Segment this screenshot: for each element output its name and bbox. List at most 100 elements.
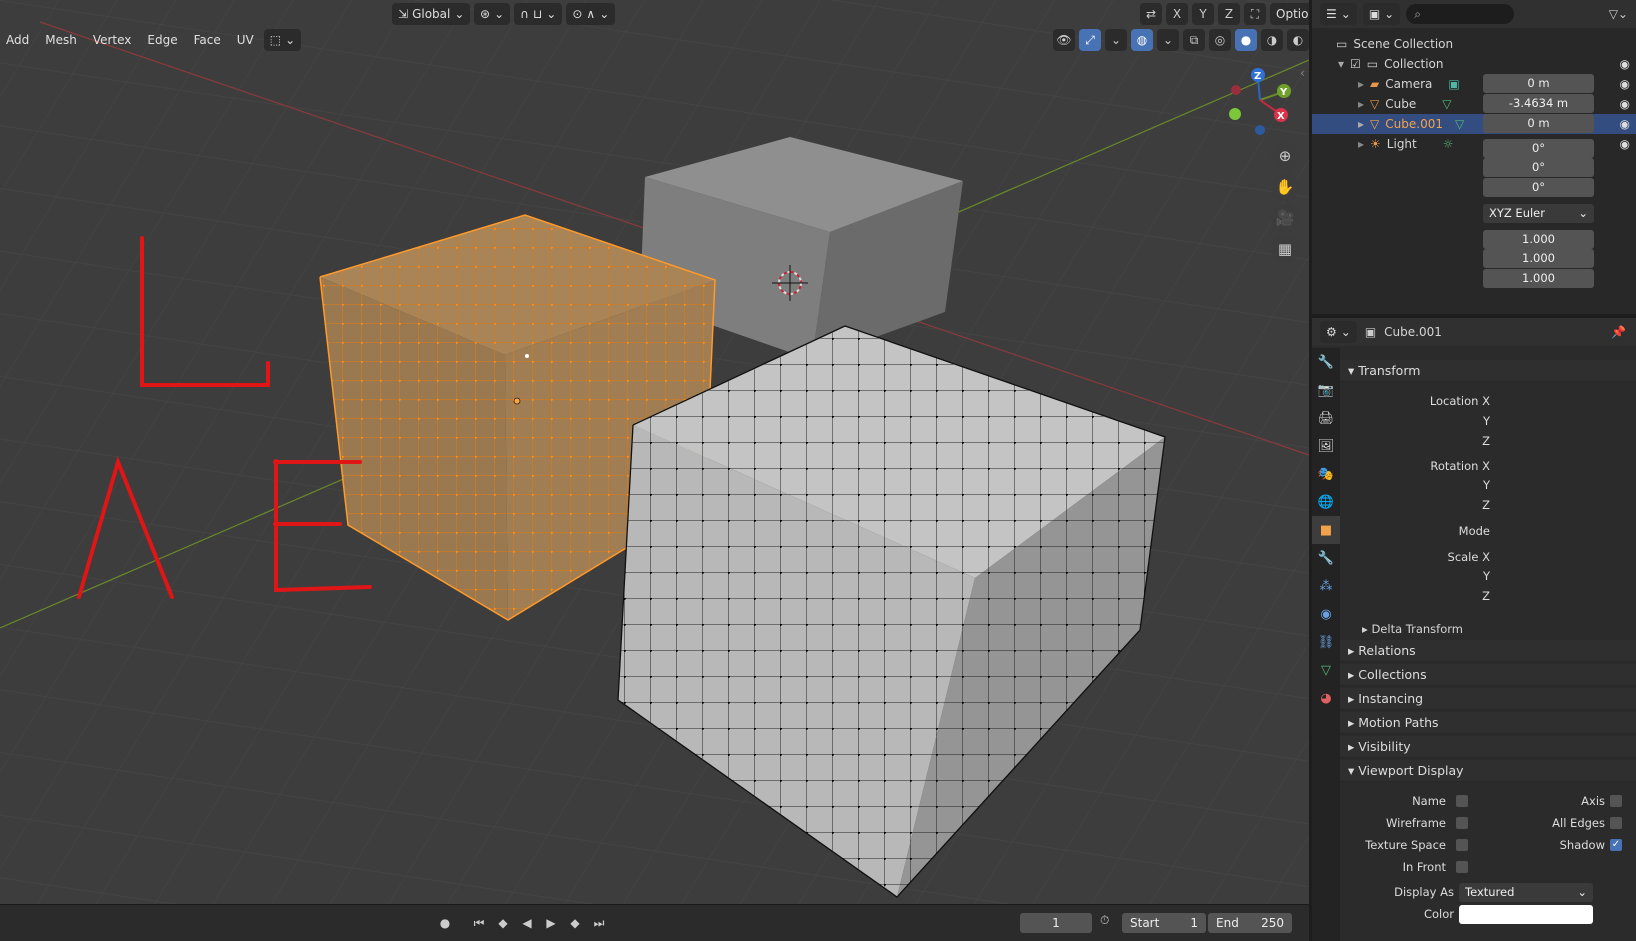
play-icon[interactable]: ▶ — [540, 912, 562, 934]
eye-icon[interactable]: ◉ — [1620, 97, 1630, 111]
checkbox-icon[interactable]: ☑ — [1350, 57, 1361, 71]
motion-paths-section-header[interactable]: ▸ Motion Paths — [1340, 712, 1636, 734]
editor-type-dropdown[interactable]: ⚙ ⌄ — [1320, 321, 1357, 343]
scale-z-field[interactable]: 1.000 — [1483, 269, 1594, 288]
menu-face[interactable]: Face — [188, 30, 227, 50]
vd-wireframe-checkbox[interactable] — [1456, 817, 1468, 829]
end-frame-field[interactable]: End 250 — [1208, 913, 1292, 933]
axis-x-toggle[interactable]: X — [1166, 3, 1188, 25]
prev-keyframe-icon[interactable]: ◆ — [492, 912, 514, 934]
tool-tab-icon[interactable]: 🔧 — [1312, 348, 1340, 376]
xray-toggle-icon[interactable]: ⧉ — [1183, 29, 1205, 51]
world-tab-icon[interactable]: 🌐 — [1312, 488, 1340, 516]
eye-icon[interactable]: ◉ — [1620, 77, 1630, 91]
pin-icon[interactable]: 📌 — [1611, 325, 1626, 339]
visibility-icon[interactable]: 👁 — [1053, 29, 1075, 51]
transform-section-header[interactable]: ▾ Transform — [1340, 360, 1636, 382]
select-mode-dropdown[interactable]: ⬚ ⌄ — [263, 29, 302, 51]
view-layer-tab-icon[interactable]: 🖼 — [1312, 432, 1340, 460]
perspective-grid-icon[interactable]: ▦ — [1271, 235, 1299, 263]
particles-tab-icon[interactable]: ⁂ — [1312, 572, 1340, 600]
viewport-display-section-header[interactable]: ▾ Viewport Display — [1340, 760, 1636, 782]
pan-hand-icon[interactable]: ✋ — [1271, 173, 1299, 201]
filter-icon[interactable]: ▽⌄ — [1609, 7, 1628, 21]
constraints-tab-icon[interactable]: ⛓ — [1312, 628, 1340, 656]
menu-edge[interactable]: Edge — [141, 30, 183, 50]
vd-display-as-dropdown[interactable]: Textured ⌄ — [1459, 883, 1593, 902]
auto-merge-icon[interactable]: ⛶ — [1244, 3, 1266, 25]
pivot-dropdown[interactable]: ⊛ ⌄ — [474, 3, 511, 25]
rotation-y-field[interactable]: 0° — [1483, 158, 1594, 177]
stopwatch-icon[interactable]: ⏱ — [1100, 913, 1109, 928]
scene-collection-row[interactable]: ▭ Scene Collection — [1312, 34, 1636, 54]
scale-x-field[interactable]: 1.000 — [1483, 230, 1594, 249]
play-reverse-icon[interactable]: ◀ — [516, 912, 538, 934]
menu-add[interactable]: Add — [0, 30, 35, 50]
transform-orientation-dropdown[interactable]: ⇲ Global ⌄ — [392, 3, 470, 25]
proportional-edit-dropdown[interactable]: ⊙ ∧ ⌄ — [566, 3, 616, 25]
rotation-x-field[interactable]: 0° — [1483, 139, 1594, 158]
eye-icon[interactable]: ◉ — [1620, 57, 1630, 71]
menu-vertex[interactable]: Vertex — [87, 30, 138, 50]
instancing-section-header[interactable]: ▸ Instancing — [1340, 688, 1636, 710]
vd-axis-checkbox[interactable] — [1610, 795, 1622, 807]
material-shading-icon[interactable]: ◑ — [1261, 29, 1283, 51]
location-x-field[interactable]: 0 m — [1483, 74, 1594, 93]
modifier-tab-icon[interactable]: 🔧 — [1312, 544, 1340, 572]
vd-shadow-checkbox[interactable]: ✓ — [1610, 839, 1622, 851]
chevron-down-icon[interactable]: ⌄ — [1105, 29, 1127, 51]
chevron-down-icon[interactable]: ⌄ — [1157, 29, 1179, 51]
mirror-icon[interactable]: ⇄ — [1140, 3, 1162, 25]
eye-icon[interactable]: ◉ — [1620, 137, 1630, 151]
location-z-field[interactable]: 0 m — [1483, 114, 1594, 133]
material-tab-icon[interactable]: ◕ — [1312, 684, 1340, 712]
object-tab-icon[interactable]: ■ — [1312, 516, 1340, 544]
wireframe-shading-icon[interactable]: ◎ — [1209, 29, 1231, 51]
zoom-icon[interactable]: ⊕ — [1271, 142, 1299, 170]
snap-dropdown[interactable]: ∩ ⊔ ⌄ — [514, 3, 563, 25]
vd-all-edges-checkbox[interactable] — [1610, 817, 1622, 829]
sidebar-toggle-arrow[interactable]: ‹ — [1300, 66, 1305, 80]
options-dropdown[interactable]: Options⌄ — [1270, 3, 1309, 25]
scene-tab-icon[interactable]: 🎭 — [1312, 460, 1340, 488]
record-icon[interactable]: ● — [434, 912, 456, 934]
vd-name-checkbox[interactable] — [1456, 795, 1468, 807]
collection-row[interactable]: ▾ ☑ ▭ Collection ◉ — [1312, 54, 1636, 74]
menu-mesh[interactable]: Mesh — [39, 30, 83, 50]
eye-icon[interactable]: ◉ — [1620, 117, 1630, 131]
jump-end-icon[interactable]: ⏭ — [588, 912, 610, 934]
display-mode-dropdown[interactable]: ▣ ⌄ — [1362, 3, 1401, 25]
location-y-field[interactable]: -3.4634 m — [1483, 94, 1594, 113]
rotation-mode-dropdown[interactable]: XYZ Euler ⌄ — [1483, 204, 1594, 223]
delta-transform-subpanel[interactable]: ▸ Delta Transform — [1362, 622, 1463, 636]
viewport-scene[interactable]: Z Y X — [0, 0, 1309, 904]
overlays-toggle-icon[interactable]: ◍ — [1131, 29, 1153, 51]
data-tab-icon[interactable]: ▽ — [1312, 656, 1340, 684]
scale-y-field[interactable]: 1.000 — [1483, 249, 1594, 268]
relations-section-header[interactable]: ▸ Relations — [1340, 640, 1636, 662]
start-frame-field[interactable]: Start 1 — [1122, 913, 1206, 933]
current-frame-field[interactable]: 1 — [1020, 913, 1092, 933]
physics-tab-icon[interactable]: ◉ — [1312, 600, 1340, 628]
camera-view-icon[interactable]: 🎥 — [1271, 204, 1299, 232]
vd-color-swatch[interactable] — [1459, 905, 1593, 924]
collections-section-header[interactable]: ▸ Collections — [1340, 664, 1636, 686]
vd-in-front-checkbox[interactable] — [1456, 861, 1468, 873]
gizmo-toggle-icon[interactable]: ⤢ — [1079, 29, 1101, 51]
next-keyframe-icon[interactable]: ◆ — [564, 912, 586, 934]
outliner-search-input[interactable]: ⌕ — [1406, 4, 1515, 24]
visibility-section-header[interactable]: ▸ Visibility — [1340, 736, 1636, 758]
render-tab-icon[interactable]: 📷 — [1312, 376, 1340, 404]
solid-shading-icon[interactable]: ● — [1235, 29, 1257, 51]
jump-start-icon[interactable]: ⏮ — [468, 912, 490, 934]
axis-z-toggle[interactable]: Z — [1218, 3, 1240, 25]
3d-viewport[interactable]: Z Y X ⇲ Global ⌄ ⊛ ⌄ ∩ ⊔ ⌄ ⊙ ∧ ⌄ ⇄ X Y Z ⛶ Opti… — [0, 0, 1309, 941]
vd-texture-space-checkbox[interactable] — [1456, 839, 1468, 851]
editor-type-dropdown[interactable]: ☰ ⌄ — [1320, 3, 1357, 25]
rendered-shading-icon[interactable]: ◐ — [1287, 29, 1309, 51]
axis-y-toggle[interactable]: Y — [1192, 3, 1214, 25]
orientation-label: Global — [412, 7, 451, 21]
menu-uv[interactable]: UV — [231, 30, 260, 50]
rotation-z-field[interactable]: 0° — [1483, 178, 1594, 197]
output-tab-icon[interactable]: 🖨 — [1312, 404, 1340, 432]
